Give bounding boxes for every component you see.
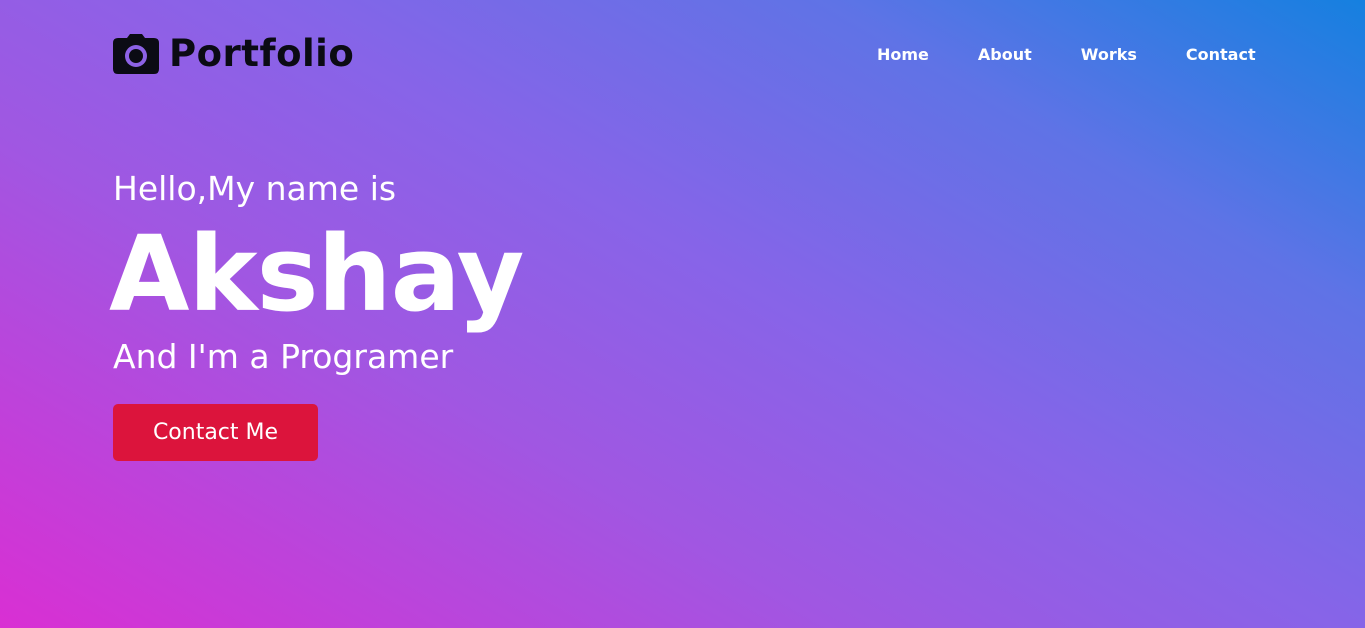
site-logo[interactable]: Portfolio: [113, 32, 354, 76]
nav-link-home[interactable]: Home: [877, 44, 929, 66]
navbar: Portfolio Home About Works Contact: [0, 0, 1365, 110]
nav-link-about[interactable]: About: [978, 44, 1032, 66]
nav-link-contact[interactable]: Contact: [1186, 44, 1256, 66]
contact-me-button[interactable]: Contact Me: [113, 404, 318, 461]
hero-role: And I'm a Programer: [113, 337, 454, 376]
hero-section: Hello,My name is Akshay And I'm a Progra…: [109, 166, 813, 380]
hero-name: Akshay: [109, 213, 524, 335]
main-nav: Home About Works Contact: [877, 44, 1256, 66]
camera-icon: [113, 34, 159, 74]
hero-greeting: Hello,My name is: [113, 169, 397, 208]
site-title: Portfolio: [169, 32, 355, 75]
nav-link-works[interactable]: Works: [1081, 44, 1137, 66]
